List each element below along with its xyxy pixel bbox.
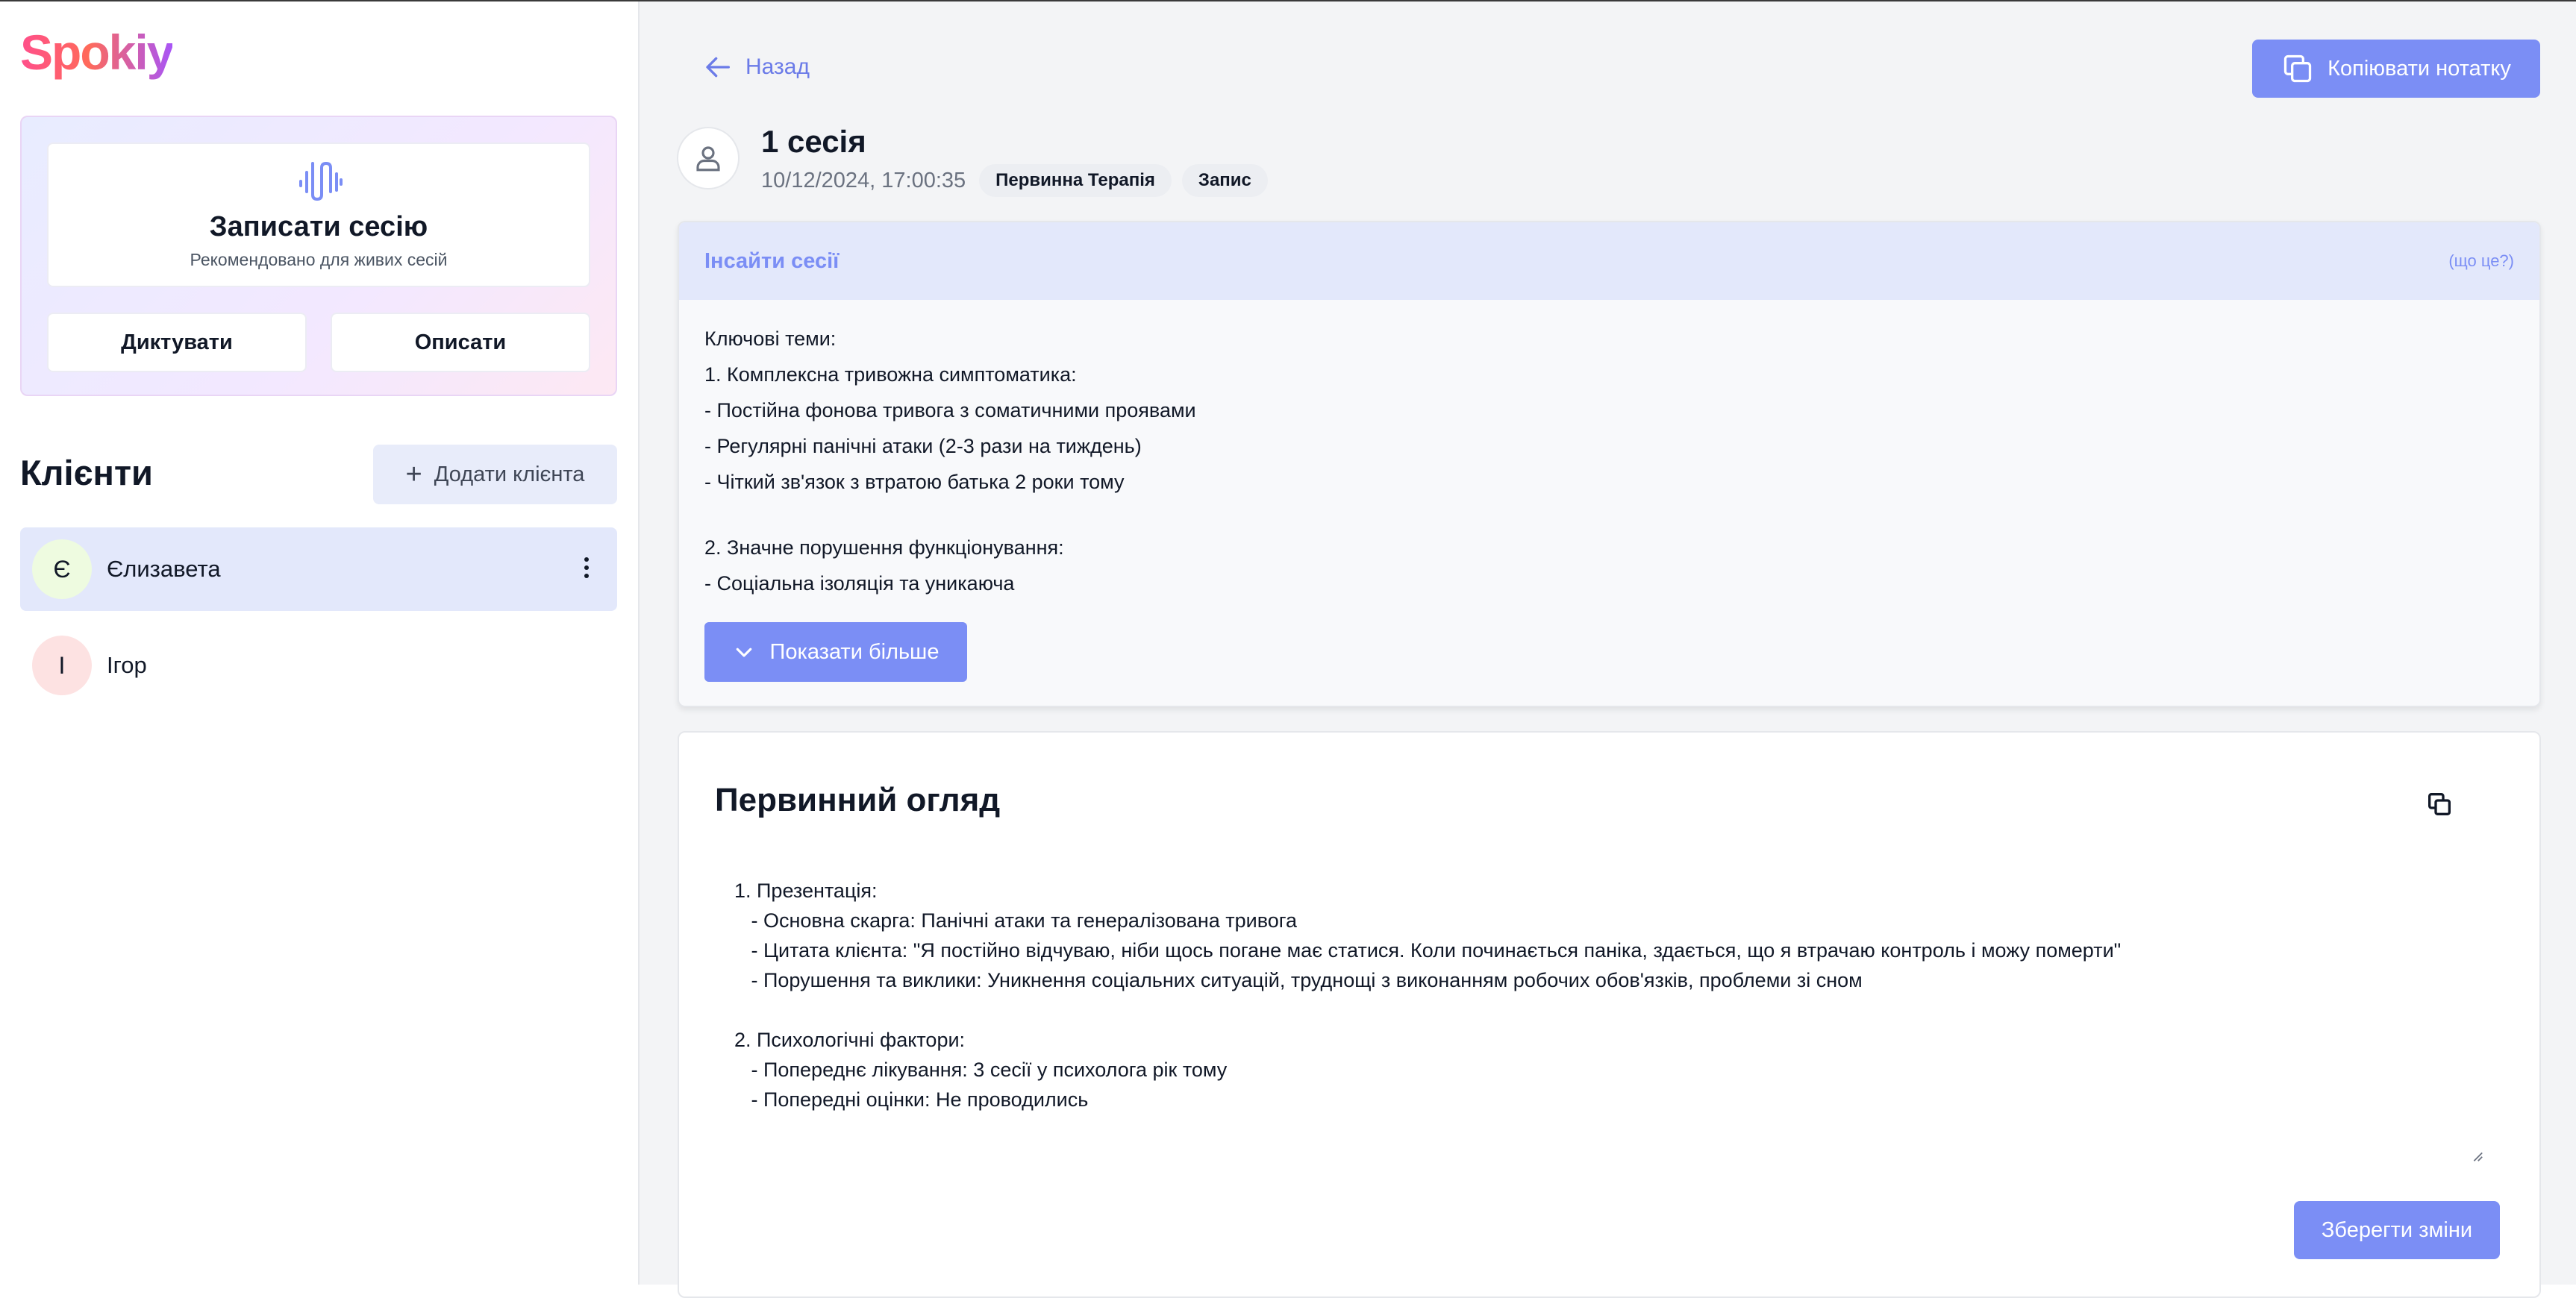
record-session-button[interactable]: Записати сесію Рекомендовано для живих с… [47,142,590,287]
copy-note-button[interactable]: Копіювати нотатку [2252,40,2540,98]
insight-line: - Чіткий зв'язок з втратою батька 2 роки… [704,471,1125,493]
insights-header: Інсайти сесії (що це?) [679,222,2539,300]
insight-line: 1. Комплексна тривожна симптоматика: [704,363,1077,386]
session-title: 1 сесія [761,124,866,159]
insights-body: Ключові теми: 1. Комплексна тривожна сим… [679,300,2539,601]
back-link[interactable]: Назад [704,52,810,82]
client-item-ihor[interactable]: І Ігор [20,624,617,707]
insights-help-link[interactable]: (що це?) [2448,251,2514,271]
copy-icon[interactable] [2425,789,2454,819]
main-content: Назад Копіювати нотатку 1 сесія 10/12/20… [640,1,2576,1298]
client-name: Ігор [107,652,147,678]
app: Spokiy Записати сесію Рекомендовано для … [0,0,2576,1298]
back-label: Назад [745,54,810,79]
arrow-left-icon [706,57,730,78]
show-more-label: Показати більше [769,639,940,664]
insight-line: - Регулярні панічні атаки (2-3 рази на т… [704,435,1142,457]
session-avatar [677,127,740,189]
session-datetime: 10/12/2024, 17:00:35 [761,168,966,192]
dictate-button[interactable]: Диктувати [47,313,307,372]
record-session-title: Записати сесію [209,211,428,242]
client-item-yelyzaveta[interactable]: Є Єлизавета [20,527,617,611]
record-session-subtitle: Рекомендовано для живих сесій [190,250,448,269]
show-more-button[interactable]: Показати більше [704,622,967,682]
insight-line: Ключові теми: [704,327,837,350]
kebab-icon[interactable] [584,557,590,581]
copy-icon [2283,54,2312,83]
review-textarea[interactable]: 1. Презентація: - Основна скарга: Панічн… [715,876,2503,1152]
add-client-button[interactable]: + Додати клієнта [373,445,617,504]
client-avatar: І [32,636,92,695]
initial-review-card: Первинний огляд 1. Презентація: - Основн… [678,731,2541,1298]
describe-button[interactable]: Описати [331,313,590,372]
plus-icon: + [405,459,422,490]
insight-line: - Соціальна ізоляція та уникаюча [704,572,1015,595]
insight-spacer [704,500,2514,530]
client-avatar: Є [32,539,92,599]
session-tag: Первинна Терапія [979,164,1172,197]
copy-note-label: Копіювати нотатку [2328,56,2511,81]
sidebar: Spokiy Записати сесію Рекомендовано для … [0,1,640,1285]
logo[interactable]: Spokiy [20,24,174,81]
insight-line: 2. Значне порушення функціонування: [704,536,1064,559]
session-tag: Запис [1181,164,1268,197]
record-session-card: Записати сесію Рекомендовано для живих с… [20,116,617,396]
clients-heading: Клієнти [20,453,153,492]
client-name: Єлизавета [107,556,221,582]
save-changes-button[interactable]: Зберегти зміни [2294,1201,2500,1259]
insight-line: - Постійна фонова тривога з соматичними … [704,399,1196,421]
insights-title: Інсайти сесії [704,248,840,273]
waveform-icon [299,161,343,201]
review-title: Первинний огляд [715,782,1001,818]
resize-handle-icon[interactable] [2470,1149,2483,1162]
session-insights-card: Інсайти сесії (що це?) Ключові теми: 1. … [678,221,2541,707]
chevron-down-icon [736,648,751,657]
user-icon [696,146,720,172]
add-client-label: Додати клієнта [434,462,585,486]
session-meta: 10/12/2024, 17:00:35 Первинна Терапія За… [761,164,1268,197]
